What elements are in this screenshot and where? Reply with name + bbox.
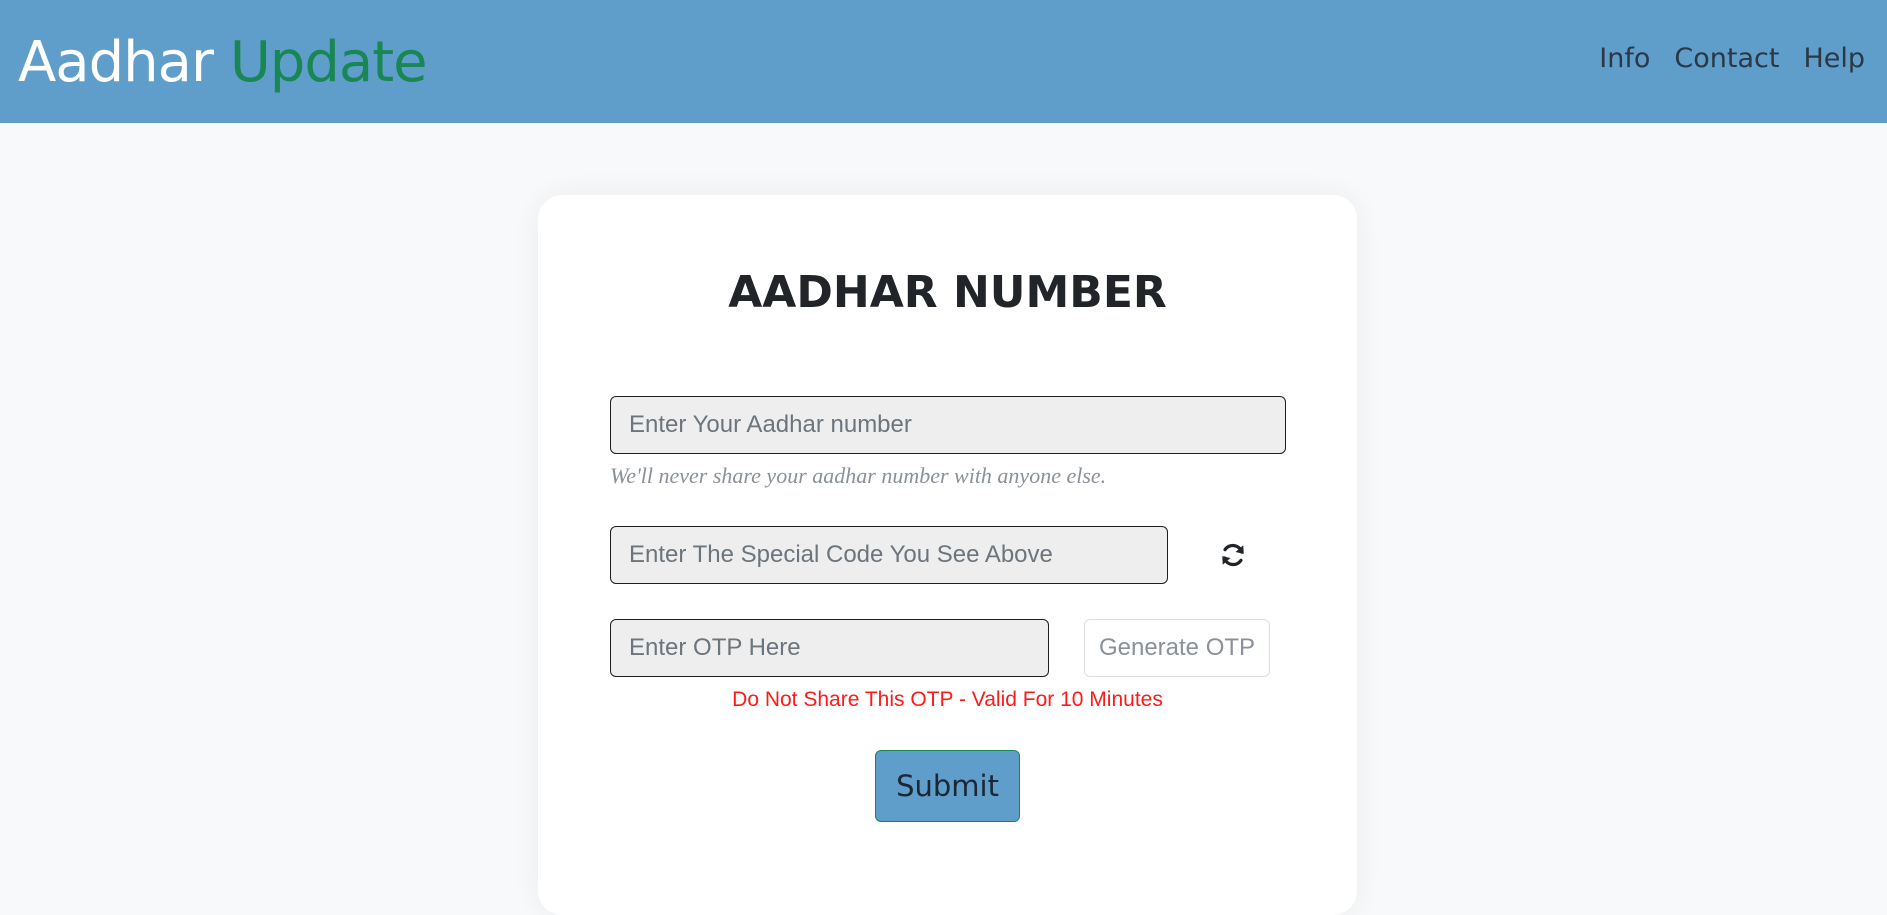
nav-link-contact[interactable]: Contact bbox=[1674, 38, 1779, 80]
nav-link-help[interactable]: Help bbox=[1803, 38, 1865, 80]
form-title: AADHAR NUMBER bbox=[728, 267, 1167, 318]
otp-warning-text: Do Not Share This OTP - Valid For 10 Min… bbox=[732, 688, 1163, 711]
nav-links: Info Contact Help bbox=[1599, 38, 1865, 80]
generate-otp-button[interactable]: Generate OTP bbox=[1084, 619, 1270, 677]
special-code-input[interactable] bbox=[610, 526, 1168, 584]
brand-logo[interactable]: Aadhar Update bbox=[18, 26, 428, 100]
nav-link-info[interactable]: Info bbox=[1599, 38, 1650, 80]
otp-input[interactable] bbox=[610, 619, 1049, 677]
aadhar-form-card: AADHAR NUMBER We'll never share your aad… bbox=[538, 195, 1357, 915]
refresh-icon[interactable] bbox=[1219, 541, 1247, 569]
aadhar-help-text: We'll never share your aadhar number wit… bbox=[610, 463, 1107, 488]
navbar: Aadhar Update Info Contact Help bbox=[0, 0, 1887, 123]
brand-text-aadhar: Aadhar bbox=[18, 30, 230, 95]
brand-text-update: Update bbox=[229, 30, 428, 95]
submit-button[interactable]: Submit bbox=[875, 750, 1020, 822]
aadhar-number-input[interactable] bbox=[610, 396, 1286, 454]
